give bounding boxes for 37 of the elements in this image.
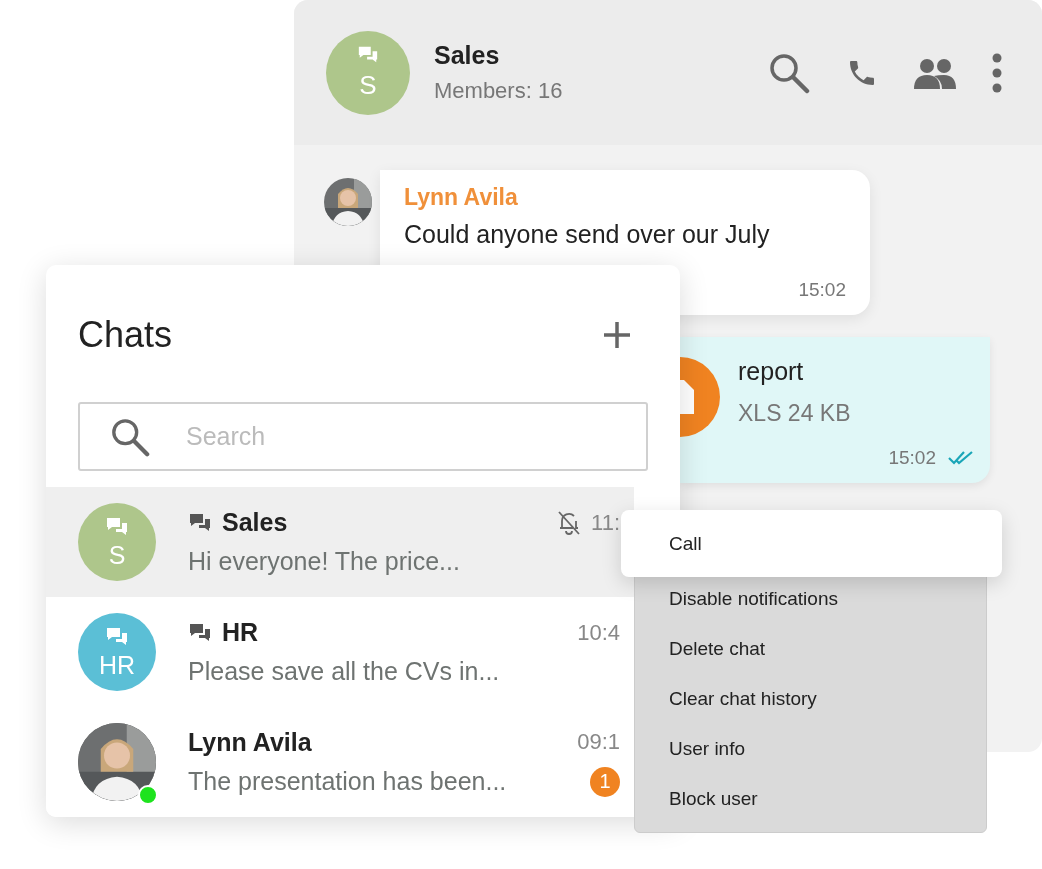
sender-name: Lynn Avila (404, 184, 519, 211)
chat-time: 09:1 (577, 729, 620, 755)
chat-time: 11: (591, 509, 620, 536)
group-avatar: S (326, 30, 410, 115)
chat-time: 10:4 (577, 619, 620, 646)
menu-item[interactable]: Delete chat (635, 624, 986, 674)
group-avatar: HR (78, 613, 156, 691)
chat-list-item[interactable]: S Sales 11: Hi everyone! The price... (46, 487, 634, 597)
menu-item[interactable]: User info (635, 724, 986, 774)
chat-name: HR (222, 618, 260, 647)
unread-badge: 1 (590, 766, 620, 797)
search-icon (110, 416, 150, 457)
chat-name: Sales (222, 508, 289, 537)
search-field[interactable]: Search (184, 404, 616, 469)
chat-name: Lynn Avila (188, 727, 313, 757)
search-icon[interactable] (768, 51, 810, 94)
message-preview: The presentation has been... (188, 767, 508, 796)
message-time: 15:02 (798, 279, 846, 301)
menu-item[interactable]: Disable notifications (635, 574, 986, 624)
chat-list-item[interactable]: Lynn Avila 09:1 The presentation has been... 1 (46, 707, 634, 817)
add-button[interactable] (602, 319, 632, 350)
message-preview: Please save all the CVs in... (188, 657, 501, 686)
group-avatar: S (78, 503, 156, 581)
menu-item[interactable]: Block user (635, 774, 986, 824)
members-count: Members: 16 (434, 78, 564, 104)
search-box[interactable]: Search (78, 402, 648, 471)
message-preview: Hi everyone! The price... (188, 547, 461, 576)
more-icon[interactable] (992, 52, 1002, 93)
panel-title: Chats (78, 313, 173, 356)
chat-title: Sales (434, 41, 501, 70)
menu-item[interactable]: Clear chat history (635, 674, 986, 724)
people-icon[interactable] (914, 56, 956, 89)
message-time: 15:02 (888, 447, 936, 469)
file-name: report (738, 357, 805, 386)
message-text: Could anyone send over our July (404, 219, 771, 249)
file-size: XLS 24 KB (738, 400, 852, 427)
menu-item[interactable]: Call (621, 510, 1002, 577)
